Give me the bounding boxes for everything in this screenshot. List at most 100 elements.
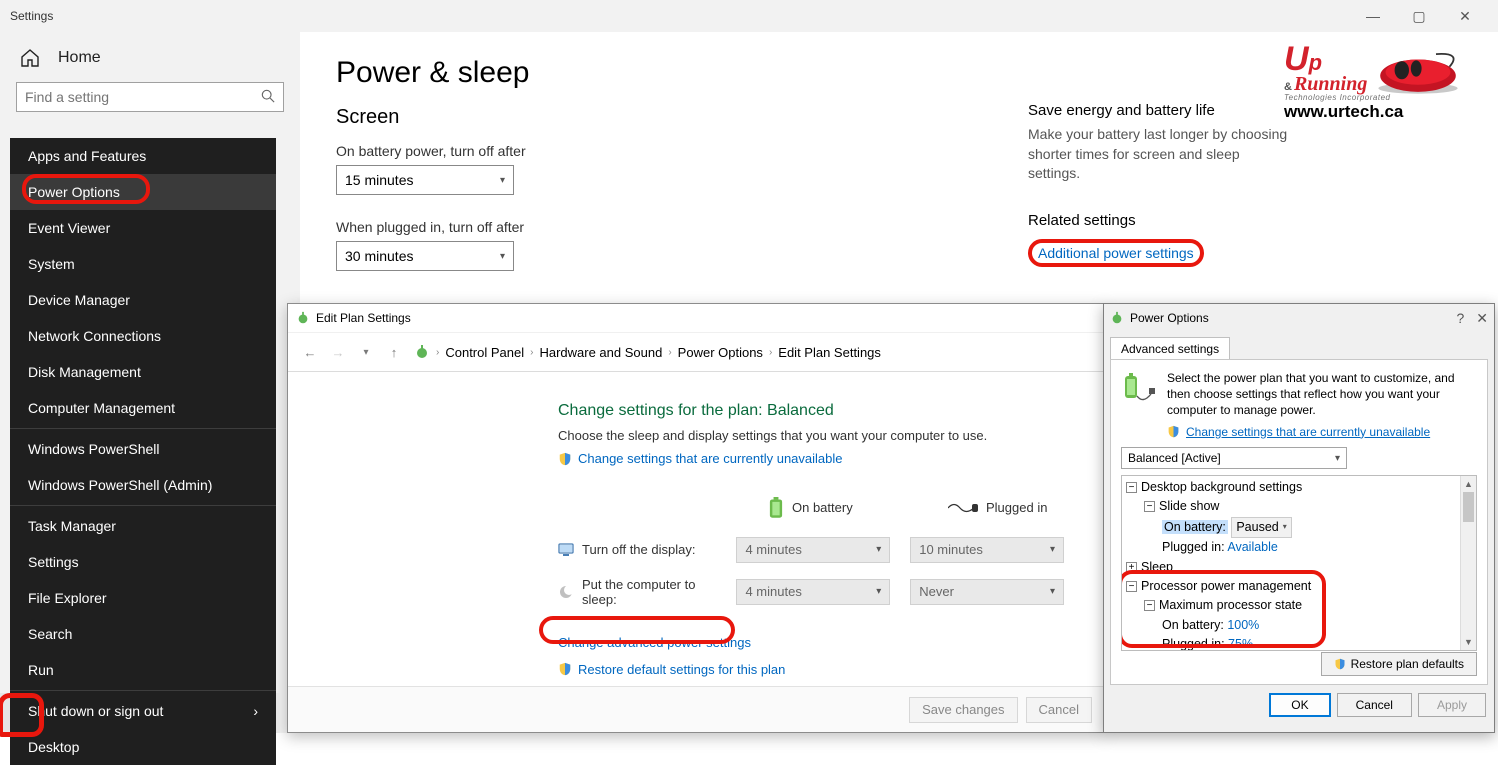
plan-columns: On battery Plugged in (558, 497, 1074, 519)
close-button[interactable]: ✕ (1476, 310, 1488, 327)
edit-plan-navbar: ← → ▾ ↑ › Control Panel› Hardware and So… (288, 332, 1104, 372)
settings-right-column: Save energy and battery life Make your b… (1028, 102, 1288, 267)
slideshow-battery-label[interactable]: On battery: (1162, 520, 1228, 534)
restore-defaults-link[interactable]: Restore default settings for this plan (578, 662, 785, 677)
winx-item-settings[interactable]: Settings (10, 544, 276, 580)
recent-button[interactable]: ▾ (352, 338, 380, 366)
collapse-icon[interactable]: − (1144, 501, 1155, 512)
collapse-icon[interactable]: − (1126, 482, 1137, 493)
battery-off-dropdown[interactable]: 15 minutes ▾ (336, 165, 514, 195)
sleep-plugged-dropdown[interactable]: Never▾ (910, 579, 1064, 605)
crumb-item[interactable]: Hardware and Sound (539, 345, 662, 360)
sleep-battery-dropdown[interactable]: 4 minutes▾ (736, 579, 890, 605)
winx-item-powershell-admin[interactable]: Windows PowerShell (Admin) (10, 467, 276, 503)
plugged-off-dropdown[interactable]: 30 minutes ▾ (336, 241, 514, 271)
winx-menu: Apps and Features Power Options Event Vi… (10, 138, 276, 765)
cancel-button[interactable]: Cancel (1026, 697, 1092, 723)
crumb-item[interactable]: Power Options (678, 345, 763, 360)
panel-description: Select the power plan that you want to c… (1121, 370, 1477, 419)
close-button[interactable]: ✕ (1442, 0, 1488, 32)
urtech-logo: Up &Running Technologies Incorporated ww… (1284, 46, 1474, 122)
change-unavailable: Change settings that are currently unava… (1167, 425, 1477, 442)
plan-dropdown[interactable]: Balanced [Active] ▾ (1121, 447, 1347, 469)
change-unavailable-link[interactable]: Change settings that are currently unava… (1167, 425, 1430, 439)
scroll-down-icon[interactable]: ▼ (1461, 634, 1476, 650)
tree-scrollbar[interactable]: ▲ ▼ (1460, 476, 1476, 650)
winx-item-desktop[interactable]: Desktop (10, 729, 276, 765)
cancel-button[interactable]: Cancel (1337, 693, 1412, 717)
annotation-additional-power: Additional power settings (1028, 239, 1204, 267)
chevron-right-icon: › (253, 703, 258, 719)
breadcrumb: › Control Panel› Hardware and Sound› Pow… (414, 344, 881, 360)
tree-sleep[interactable]: Sleep (1141, 560, 1173, 574)
restore-plan-button[interactable]: Restore plan defaults (1321, 652, 1477, 676)
save-button[interactable]: Save changes (909, 697, 1017, 723)
winx-item-shutdown[interactable]: Shut down or sign out› (10, 693, 276, 729)
power-icon (296, 311, 310, 325)
proc-plugged-value[interactable]: 75% (1228, 637, 1253, 651)
proc-battery-label: On battery: (1162, 618, 1224, 632)
power-dialog-titlebar: Power Options ? ✕ (1104, 304, 1494, 332)
row-sleep: Put the computer to sleep: 4 minutes▾ Ne… (558, 577, 1074, 607)
help-button[interactable]: ? (1456, 310, 1464, 327)
mouse-icon (1373, 50, 1463, 96)
back-button[interactable]: ← (296, 338, 324, 366)
proc-battery-value[interactable]: 100% (1227, 618, 1259, 632)
winx-item-device-manager[interactable]: Device Manager (10, 282, 276, 318)
expand-icon[interactable]: + (1126, 562, 1137, 573)
logo-p: p (1309, 50, 1322, 75)
search-input[interactable] (17, 89, 253, 105)
slideshow-plugged-value[interactable]: Available (1227, 540, 1278, 554)
change-unavailable-link[interactable]: Change settings that are currently unava… (558, 451, 843, 466)
display-plugged-dropdown[interactable]: 10 minutes▾ (910, 537, 1064, 563)
advanced-panel: Select the power plan that you want to c… (1110, 359, 1488, 685)
winx-item-system[interactable]: System (10, 246, 276, 282)
search-box[interactable] (16, 82, 284, 112)
chevron-down-icon: ▾ (1335, 453, 1340, 464)
plan-table: On battery Plugged in Turn off the displ… (558, 497, 1074, 677)
plugged-off-value: 30 minutes (345, 248, 413, 264)
plan-heading: Change settings for the plan: Balanced (558, 402, 1074, 420)
up-button[interactable]: ↑ (380, 338, 408, 366)
moon-icon (558, 584, 574, 600)
home-nav[interactable]: Home (0, 38, 300, 78)
tree-processor[interactable]: Processor power management (1141, 579, 1311, 593)
additional-power-link[interactable]: Additional power settings (1038, 245, 1194, 261)
winx-item-power-options[interactable]: Power Options (10, 174, 276, 210)
winx-separator (10, 428, 276, 429)
tree-slideshow[interactable]: Slide show (1159, 499, 1219, 513)
maximize-button[interactable]: ▢ (1396, 0, 1442, 32)
minimize-button[interactable]: — (1350, 0, 1396, 32)
change-advanced-link[interactable]: Change advanced power settings (558, 635, 751, 650)
tab-advanced[interactable]: Advanced settings (1110, 337, 1230, 360)
winx-item-event-viewer[interactable]: Event Viewer (10, 210, 276, 246)
winx-item-search[interactable]: Search (10, 616, 276, 652)
crumb-item[interactable]: Control Panel (445, 345, 524, 360)
save-energy-heading: Save energy and battery life (1028, 102, 1288, 119)
battery-plug-icon (1121, 370, 1157, 406)
slideshow-battery-value[interactable]: Paused▾ (1231, 517, 1291, 538)
collapse-icon[interactable]: − (1144, 600, 1155, 611)
winx-item-computer-mgmt[interactable]: Computer Management (10, 390, 276, 426)
apply-button[interactable]: Apply (1418, 693, 1486, 717)
scroll-up-icon[interactable]: ▲ (1461, 476, 1476, 492)
winx-item-apps-features[interactable]: Apps and Features (10, 138, 276, 174)
winx-item-network[interactable]: Network Connections (10, 318, 276, 354)
crumb-item[interactable]: Edit Plan Settings (778, 345, 881, 360)
winx-item-run[interactable]: Run (10, 652, 276, 688)
tree-max-processor[interactable]: Maximum processor state (1159, 598, 1302, 612)
ok-button[interactable]: OK (1269, 693, 1330, 717)
scroll-thumb[interactable] (1463, 492, 1474, 522)
row-display-label: Turn off the display: (558, 542, 726, 558)
winx-item-powershell[interactable]: Windows PowerShell (10, 431, 276, 467)
winx-item-task-manager[interactable]: Task Manager (10, 508, 276, 544)
tree-desktop-bg[interactable]: Desktop background settings (1141, 480, 1302, 494)
winx-item-file-explorer[interactable]: File Explorer (10, 580, 276, 616)
display-battery-dropdown[interactable]: 4 minutes▾ (736, 537, 890, 563)
logo-url: www.urtech.ca (1284, 102, 1474, 122)
home-label: Home (58, 49, 101, 67)
edit-plan-title: Edit Plan Settings (316, 311, 411, 325)
forward-button[interactable]: → (324, 338, 352, 366)
collapse-icon[interactable]: − (1126, 581, 1137, 592)
winx-item-disk-mgmt[interactable]: Disk Management (10, 354, 276, 390)
